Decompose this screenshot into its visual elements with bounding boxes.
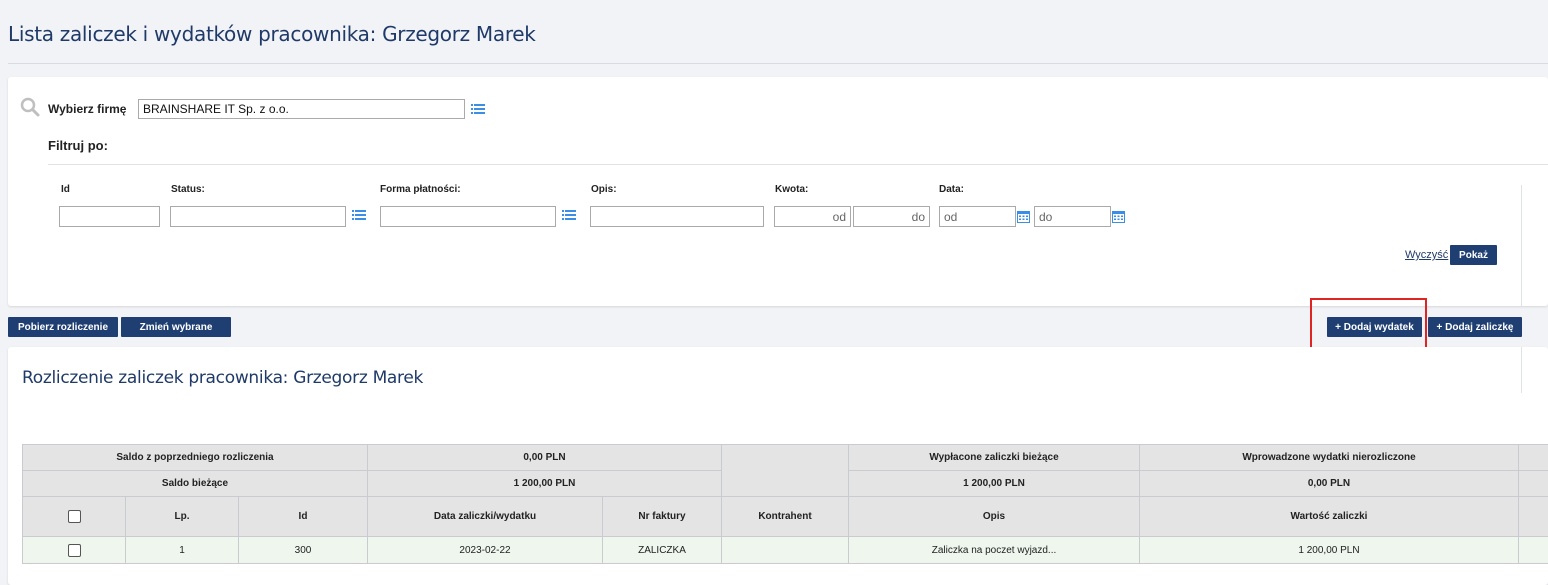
date-label: Data:	[939, 184, 965, 195]
add-advance-button[interactable]: + Dodaj zaliczkę	[1428, 317, 1522, 337]
change-selected-button[interactable]: Zmień wybrane	[121, 317, 231, 337]
row-checkbox[interactable]	[67, 543, 81, 557]
summary-edge-cell	[1518, 444, 1548, 471]
settlement-vertical-divider	[1521, 347, 1522, 393]
table-header-row: Lp. Id Data zaliczki/wydatku Nr faktury …	[22, 496, 1548, 537]
get-settlement-button[interactable]: Pobierz rozliczenie	[8, 317, 118, 337]
id-label: Id	[61, 184, 70, 195]
column-header-contractor[interactable]: Kontrahent	[721, 496, 849, 537]
settlement-title: Rozliczenie zaliczek pracownika: Grzegor…	[22, 368, 424, 388]
current-balance-value: 1 200,00 PLN	[367, 470, 722, 497]
row-edge-cell	[1518, 536, 1548, 564]
company-list-icon[interactable]	[471, 103, 485, 115]
filter-panel: Wybierz firmę Filtruj po: Id Status: For…	[8, 77, 1548, 306]
prev-balance-value: 0,00 PLN	[367, 444, 722, 471]
summary-row-previous: Saldo z poprzedniego rozliczenia 0,00 PL…	[22, 444, 1548, 497]
row-description: Zaliczka na poczet wyjazd...	[848, 536, 1140, 564]
paid-advances-value: 1 200,00 PLN	[848, 470, 1140, 497]
show-button[interactable]: Pokaż	[1450, 245, 1497, 265]
column-header-date[interactable]: Data zaliczki/wydatku	[367, 496, 603, 537]
highlight-box	[1310, 298, 1427, 354]
id-input[interactable]	[59, 206, 160, 227]
search-icon	[20, 97, 40, 117]
company-label: Wybierz firmę	[48, 102, 127, 116]
date-to-calendar-icon[interactable]	[1112, 210, 1125, 223]
description-label: Opis:	[591, 184, 617, 195]
settlement-panel: Rozliczenie zaliczek pracownika: Grzegor…	[8, 347, 1548, 585]
company-input[interactable]	[138, 99, 465, 119]
amount-to-input[interactable]	[853, 206, 930, 227]
column-header-description[interactable]: Opis	[848, 496, 1140, 537]
description-input[interactable]	[590, 206, 764, 227]
column-header-value[interactable]: Wartość zaliczki	[1139, 496, 1519, 537]
row-contractor	[721, 536, 849, 564]
status-label: Status:	[171, 184, 205, 195]
date-to-input[interactable]	[1034, 206, 1111, 227]
page-title: Lista zaliczek i wydatków pracownika: Gr…	[8, 22, 536, 46]
select-all-cell	[22, 496, 126, 537]
filter-title: Filtruj po:	[48, 138, 108, 153]
summary-blank-cell	[721, 444, 849, 497]
row-lp: 1	[125, 536, 239, 564]
amount-from-input[interactable]	[774, 206, 851, 227]
current-balance-label: Saldo bieżące	[22, 470, 368, 497]
title-divider	[8, 63, 1548, 64]
payment-input[interactable]	[380, 206, 556, 227]
date-from-calendar-icon[interactable]	[1017, 210, 1030, 223]
column-header-edge	[1518, 496, 1548, 537]
unsettled-expenses-label: Wprowadzone wydatki nierozliczone	[1139, 444, 1519, 471]
column-header-lp[interactable]: Lp.	[125, 496, 239, 537]
filter-divider	[48, 164, 1548, 165]
row-select-cell	[22, 536, 126, 564]
payment-list-icon[interactable]	[562, 209, 576, 221]
clear-filters-link[interactable]: Wyczyść	[1405, 249, 1448, 261]
row-id: 300	[238, 536, 368, 564]
select-all-checkbox[interactable]	[67, 510, 81, 523]
date-from-input[interactable]	[939, 206, 1016, 227]
unsettled-expenses-value: 0,00 PLN	[1139, 470, 1519, 497]
status-list-icon[interactable]	[352, 209, 366, 221]
summary-edge-cell	[1518, 470, 1548, 497]
column-header-invoice[interactable]: Nr faktury	[602, 496, 722, 537]
amount-label: Kwota:	[775, 184, 809, 195]
row-value: 1 200,00 PLN	[1139, 536, 1519, 564]
prev-balance-label: Saldo z poprzedniego rozliczenia	[22, 444, 368, 471]
row-invoice: ZALICZKA	[602, 536, 722, 564]
payment-label: Forma płatności:	[380, 184, 461, 195]
status-input[interactable]	[170, 206, 346, 227]
filter-vertical-divider	[1521, 185, 1522, 306]
table-row[interactable]: 1 300 2023-02-22 ZALICZKA Zaliczka na po…	[22, 536, 1548, 564]
paid-advances-label: Wypłacone zaliczki bieżące	[848, 444, 1140, 471]
column-header-id[interactable]: Id	[238, 496, 368, 537]
row-date: 2023-02-22	[367, 536, 603, 564]
settlement-table: Saldo z poprzedniego rozliczenia 0,00 PL…	[22, 444, 1548, 564]
